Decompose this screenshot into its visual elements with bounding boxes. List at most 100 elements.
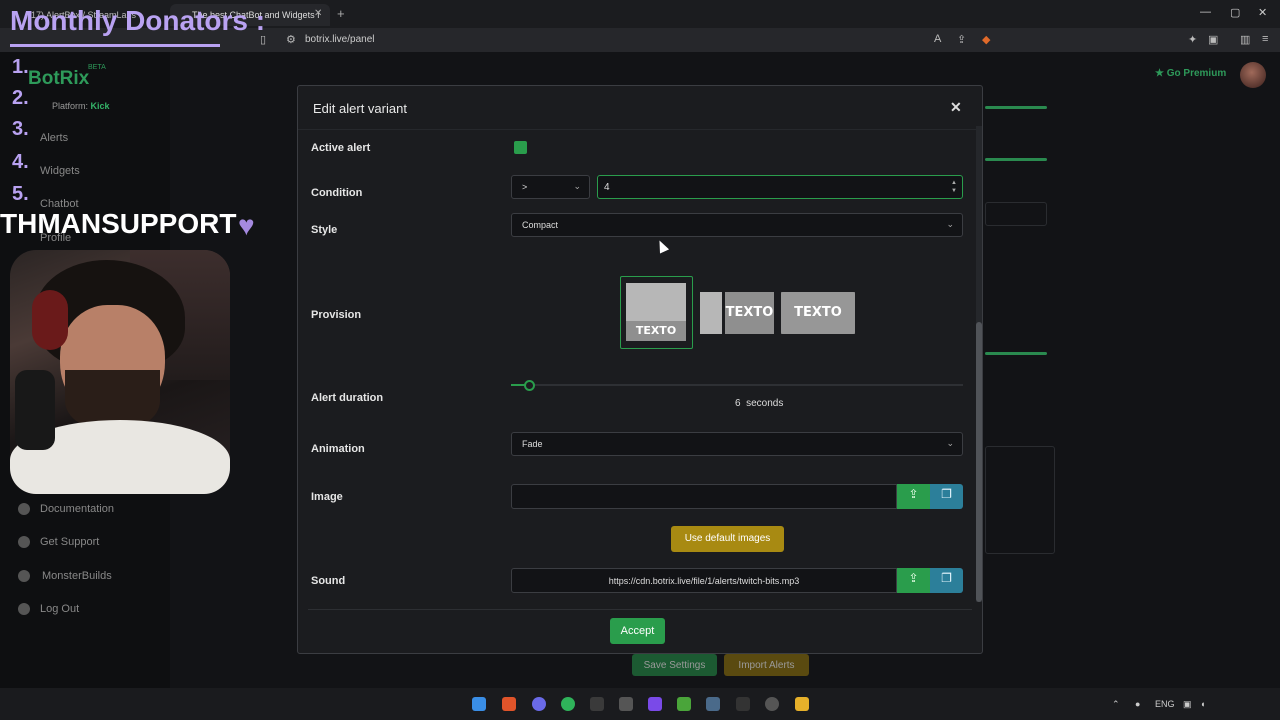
- spinner-icon[interactable]: ▲ ▼: [951, 179, 957, 195]
- duration-slider-handle[interactable]: [524, 380, 535, 391]
- close-icon[interactable]: ✕: [950, 99, 962, 116]
- chevron-up-icon[interactable]: ⌃: [1112, 699, 1120, 710]
- chevron-down-icon: ⌄: [946, 438, 954, 448]
- app-icon[interactable]: [648, 697, 662, 711]
- premium-label: Go Premium: [1166, 68, 1227, 79]
- style-value: Compact: [522, 220, 559, 230]
- beta-badge: BETA: [88, 64, 106, 71]
- chevron-down-icon: ⌄: [946, 219, 954, 229]
- bg-slider: [985, 352, 1047, 355]
- url-text[interactable]: botrix.live/panel: [305, 34, 374, 45]
- style-select[interactable]: Compact ⌄: [511, 213, 963, 237]
- start-icon[interactable]: [472, 697, 486, 711]
- provision-label: Provision: [311, 309, 362, 321]
- alert-duration-label: Alert duration: [311, 392, 384, 404]
- rank-2: 2.: [12, 87, 29, 109]
- sidebar-item-support[interactable]: Get Support: [40, 536, 99, 548]
- brave-shield-icon[interactable]: ◆: [982, 33, 990, 46]
- folder-icon[interactable]: [795, 697, 809, 711]
- menu-icon[interactable]: ≡: [1262, 33, 1268, 45]
- taskbar: ⌃ ● ENG ▣ ◖: [0, 688, 1280, 720]
- provision-text: TEXTO: [626, 321, 686, 341]
- epic-icon[interactable]: [736, 697, 750, 711]
- edit-alert-modal: Edit alert variant ✕ Active alert Condit…: [297, 85, 983, 654]
- app-icon[interactable]: [619, 697, 633, 711]
- duration-slider-track[interactable]: [511, 384, 963, 386]
- steam-icon[interactable]: [706, 697, 720, 711]
- animation-label: Animation: [311, 443, 365, 455]
- overlay-support-text: THMANSUPPORT: [0, 208, 237, 239]
- use-default-images-button[interactable]: Use default images: [671, 526, 784, 552]
- modal-scrollbar[interactable]: [976, 126, 982, 602]
- provision-text: TEXTO: [725, 292, 774, 334]
- provision-option-stacked[interactable]: TEXTO: [620, 276, 693, 349]
- mic-icon[interactable]: ●: [1135, 699, 1140, 709]
- import-alerts-button[interactable]: Import Alerts: [724, 654, 809, 676]
- provision-option-overlay[interactable]: TEXTO: [781, 292, 855, 334]
- library-icon[interactable]: ❐: [930, 484, 963, 509]
- active-alert-label: Active alert: [311, 142, 371, 154]
- go-premium-link[interactable]: ★ Go Premium: [1155, 68, 1226, 79]
- app-icon[interactable]: [590, 697, 604, 711]
- overlay-underline: [10, 44, 220, 47]
- bg-divider: [985, 106, 1047, 109]
- extensions-icon[interactable]: ✦: [1188, 33, 1197, 46]
- sidebar-item-widgets[interactable]: Widgets: [40, 165, 80, 177]
- provision-option-inline[interactable]: TEXTO: [700, 292, 774, 334]
- image-placeholder-icon: [700, 292, 722, 334]
- logout-icon: [18, 603, 30, 615]
- new-tab-icon[interactable]: +: [337, 6, 345, 21]
- webcam-headset: [32, 290, 68, 350]
- sidebar-item-monsterbuilds[interactable]: MonsterBuilds: [42, 570, 112, 582]
- condition-label: Condition: [311, 187, 363, 199]
- obs-icon[interactable]: [765, 697, 779, 711]
- accept-button[interactable]: Accept: [610, 618, 665, 644]
- condition-value-input[interactable]: 4 ▲ ▼: [597, 175, 963, 199]
- docs-icon: [18, 503, 30, 515]
- rank-5: 5.: [12, 183, 29, 205]
- modal-header: Edit alert variant ✕: [298, 86, 982, 130]
- sidebar-item-alerts[interactable]: Alerts: [40, 132, 68, 144]
- wallet-icon[interactable]: ▣: [1208, 33, 1218, 46]
- active-alert-checkbox[interactable]: [514, 141, 527, 154]
- minimize-icon[interactable]: —: [1200, 6, 1211, 18]
- translate-icon[interactable]: A: [934, 33, 941, 45]
- maximize-icon[interactable]: ▢: [1230, 6, 1240, 19]
- bg-divider: [985, 158, 1047, 161]
- image-label: Image: [311, 491, 343, 503]
- scroll-thumb[interactable]: [976, 322, 982, 602]
- webcam-feed: [10, 250, 230, 494]
- webcam-microphone: [15, 370, 55, 450]
- share-icon[interactable]: ⇪: [957, 33, 966, 46]
- upload-icon[interactable]: ⇪: [897, 568, 930, 593]
- brave-icon[interactable]: [502, 697, 516, 711]
- condition-operator-select[interactable]: > ⌄: [511, 175, 590, 199]
- rank-4: 4.: [12, 151, 29, 173]
- sound-url-input[interactable]: https://cdn.botrix.live/file/1/alerts/tw…: [511, 568, 897, 593]
- library-icon[interactable]: ❐: [930, 568, 963, 593]
- discord-icon[interactable]: [532, 697, 546, 711]
- spotify-icon[interactable]: [561, 697, 575, 711]
- avatar[interactable]: [1240, 62, 1266, 88]
- sidebar-icon[interactable]: ▥: [1240, 33, 1250, 46]
- sidebar-item-logout[interactable]: Log Out: [40, 603, 79, 615]
- upload-icon[interactable]: ⇪: [897, 484, 930, 509]
- network-icon[interactable]: ▣: [1183, 699, 1192, 710]
- modal-title: Edit alert variant: [313, 101, 407, 116]
- volume-icon[interactable]: ◖: [1200, 699, 1205, 709]
- style-label: Style: [311, 224, 338, 236]
- rank-1: 1.: [12, 56, 29, 78]
- site-info-icon[interactable]: ⚙: [286, 33, 296, 46]
- close-tab-icon[interactable]: ✕: [314, 8, 322, 19]
- monster-icon: [18, 570, 30, 582]
- animation-select[interactable]: Fade ⌄: [511, 432, 963, 456]
- condition-operator-value: >: [522, 182, 528, 192]
- save-settings-button[interactable]: Save Settings: [632, 654, 717, 676]
- close-window-icon[interactable]: ✕: [1258, 6, 1267, 19]
- language-indicator[interactable]: ENG: [1155, 699, 1175, 709]
- brand-logo[interactable]: BotRix: [28, 68, 89, 90]
- nvidia-icon[interactable]: [677, 697, 691, 711]
- chevron-down-icon: ⌄: [573, 181, 581, 191]
- image-url-input[interactable]: [511, 484, 897, 509]
- sidebar-item-documentation[interactable]: Documentation: [40, 503, 114, 515]
